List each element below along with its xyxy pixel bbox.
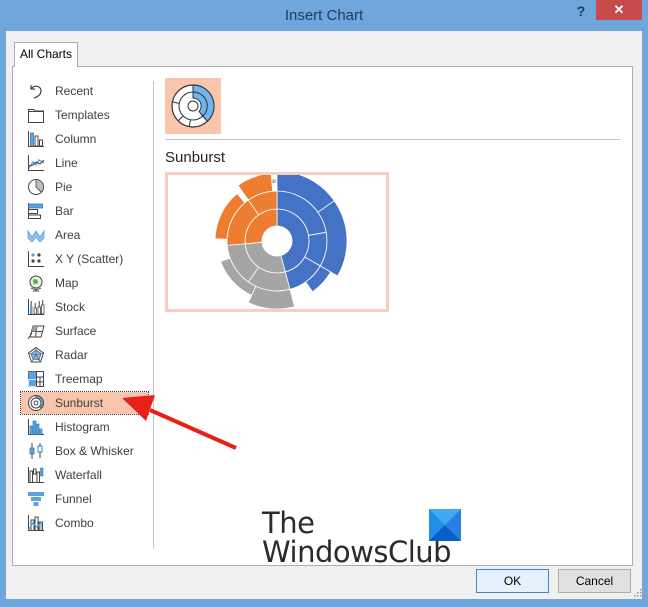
sidebar-item-scatter[interactable]: X Y (Scatter)	[21, 248, 148, 270]
column-chart-icon	[28, 131, 44, 147]
sidebar-item-label: Bar	[55, 204, 74, 218]
sidebar-item-treemap[interactable]: Treemap	[21, 368, 148, 390]
sidebar-item-funnel[interactable]: Funnel	[21, 488, 148, 510]
line-chart-icon	[28, 155, 45, 171]
sidebar-item-stock[interactable]: Stock	[21, 296, 148, 318]
tab-panel: Recent Templates Column Line Pie Bar Are…	[12, 66, 633, 566]
treemap-chart-icon	[28, 371, 44, 387]
funnel-chart-icon	[28, 492, 44, 506]
sidebar-item-label: Radar	[55, 348, 88, 362]
sidebar-item-histogram[interactable]: Histogram	[21, 416, 148, 438]
sidebar-item-column[interactable]: Column	[21, 128, 148, 150]
sidebar-item-label: Templates	[55, 108, 110, 122]
sidebar-item-label: Map	[55, 276, 79, 290]
surface-chart-icon	[27, 325, 45, 340]
sidebar-item-label: Treemap	[55, 372, 103, 386]
recent-icon	[30, 85, 42, 99]
chart-subtype-title: Sunburst	[165, 149, 226, 166]
sidebar-item-box-whisker[interactable]: Box & Whisker	[21, 440, 148, 462]
map-chart-icon	[29, 275, 43, 292]
ok-button[interactable]: OK	[476, 569, 549, 593]
radar-chart-icon	[27, 346, 45, 363]
windows-club-logo-icon	[429, 509, 461, 541]
sidebar-item-label: Line	[55, 156, 78, 170]
sidebar-item-line[interactable]: Line	[21, 152, 148, 174]
sidebar-item-surface[interactable]: Surface	[21, 320, 148, 342]
scatter-chart-icon	[28, 251, 44, 267]
bar-chart-icon	[28, 203, 43, 219]
cancel-button[interactable]: Cancel	[558, 569, 631, 593]
sidebar-divider	[153, 81, 154, 549]
sidebar-item-label: Surface	[55, 324, 97, 338]
chart-preview[interactable]: Chart Title	[165, 172, 389, 312]
sidebar-item-templates[interactable]: Templates	[21, 104, 148, 126]
title-bar: Insert Chart ? ✕	[0, 0, 648, 31]
help-button[interactable]: ?	[574, 3, 588, 23]
sidebar-item-label: Stock	[55, 300, 86, 314]
dialog-body: All Charts Recent Templates Column Line	[6, 31, 642, 599]
watermark-line1: The	[262, 506, 315, 540]
subtype-divider	[165, 139, 620, 140]
sidebar-item-label: Box & Whisker	[55, 444, 134, 458]
sidebar-item-bar[interactable]: Bar	[21, 200, 148, 222]
combo-chart-icon	[28, 515, 44, 531]
chart-preview-area: Sunburst Chart Title	[165, 67, 629, 547]
sidebar-item-label: Waterfall	[55, 468, 102, 482]
sidebar-item-sunburst[interactable]: Sunburst	[20, 391, 149, 415]
chart-subtype-sunburst[interactable]	[165, 78, 221, 134]
sidebar-item-label: Funnel	[55, 492, 92, 506]
stock-chart-icon	[28, 299, 45, 315]
box-whisker-chart-icon	[29, 443, 43, 459]
sidebar-item-map[interactable]: Map	[21, 272, 148, 294]
sunburst-chart-icon	[171, 84, 215, 128]
templates-icon	[28, 109, 44, 123]
sidebar-item-area[interactable]: Area	[21, 224, 148, 246]
sidebar-item-label: Column	[55, 132, 97, 146]
sidebar-item-label: Combo	[55, 516, 94, 530]
sidebar-item-label: Pie	[55, 180, 73, 194]
histogram-chart-icon	[28, 419, 44, 435]
sidebar-item-label: Sunburst	[55, 396, 104, 410]
pie-chart-icon	[28, 179, 44, 195]
area-chart-icon	[27, 229, 45, 243]
sidebar-item-pie[interactable]: Pie	[21, 176, 148, 198]
sidebar-item-combo[interactable]: Combo	[21, 512, 148, 534]
sidebar-item-radar[interactable]: Radar	[21, 344, 148, 366]
watermark-line2: WindowsClub	[262, 535, 452, 569]
watermark: The WindowsClub	[262, 506, 461, 569]
sunburst-preview-graphic	[214, 175, 348, 309]
sidebar-item-waterfall[interactable]: Waterfall	[21, 464, 148, 486]
resize-grip-icon[interactable]	[634, 589, 642, 597]
close-button[interactable]: ✕	[596, 0, 642, 20]
sidebar-item-label: Area	[55, 228, 81, 242]
window-title: Insert Chart	[284, 7, 364, 24]
sidebar-item-label: Histogram	[55, 420, 110, 434]
sidebar-item-label: Recent	[55, 84, 94, 98]
sunburst-chart-icon	[28, 395, 44, 411]
sidebar-item-label: X Y (Scatter)	[55, 252, 124, 266]
sidebar-item-recent[interactable]: Recent	[21, 80, 148, 102]
chart-type-list: Recent Templates Column Line Pie Bar Are…	[13, 67, 153, 547]
waterfall-chart-icon	[28, 467, 44, 483]
tab-all-charts[interactable]: All Charts	[14, 42, 78, 67]
